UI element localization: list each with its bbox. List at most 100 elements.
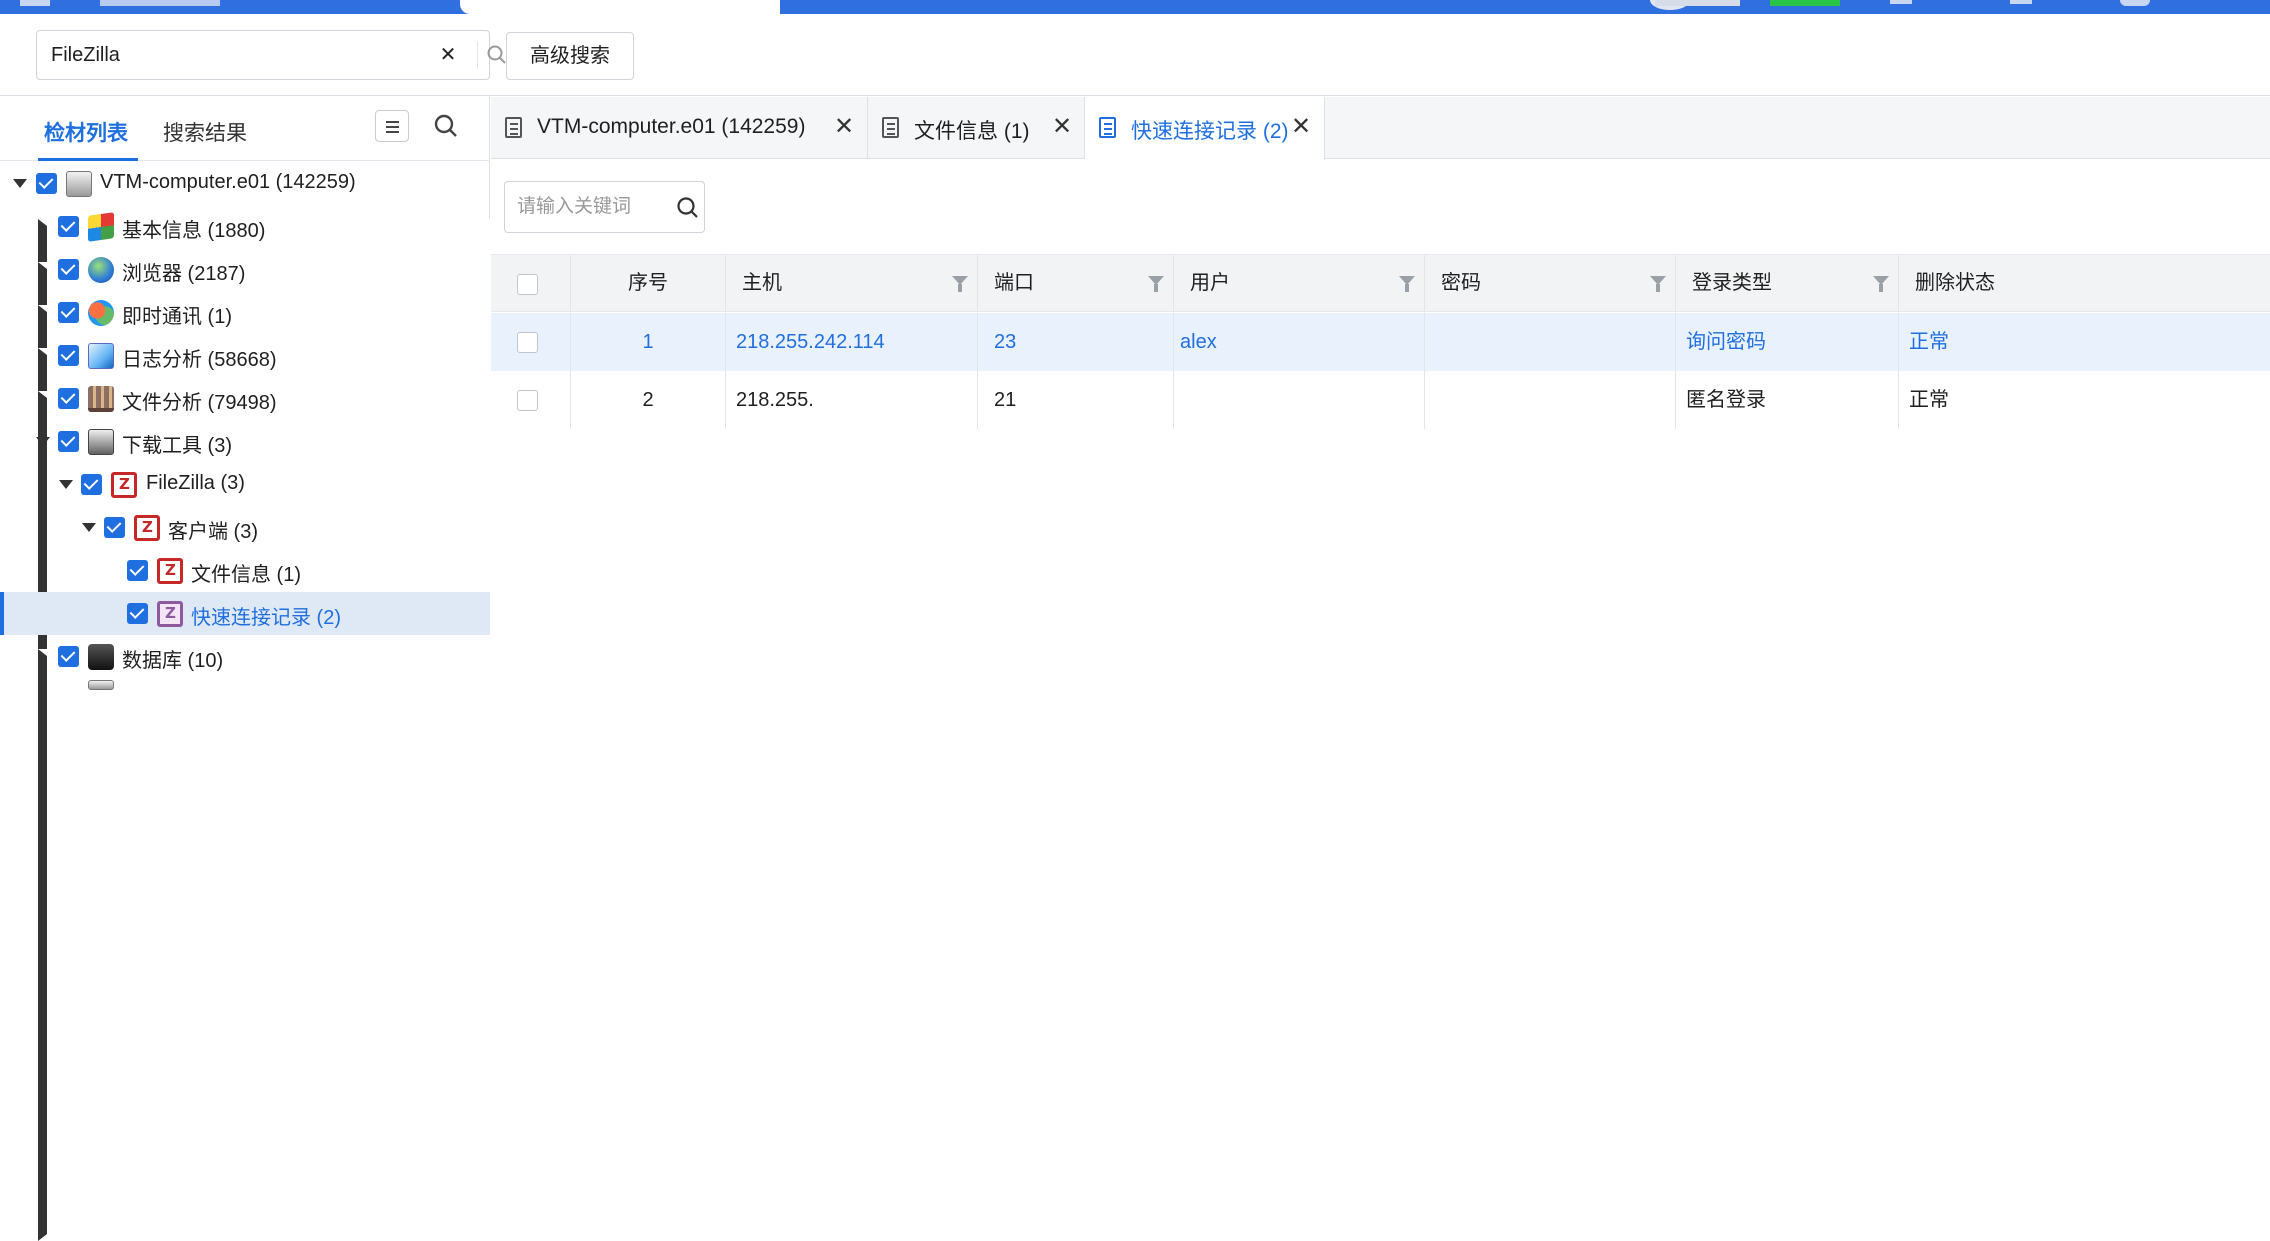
tree-item-filezilla[interactable]: FileZilla (3) bbox=[0, 463, 490, 506]
tree-item-label: 日志分析 (58668) bbox=[122, 349, 277, 371]
checkbox[interactable] bbox=[81, 474, 102, 495]
tree-item-vtm-computer[interactable]: VTM-computer.e01 (142259) bbox=[0, 162, 490, 205]
cell-index: 2 bbox=[571, 371, 726, 429]
checkbox[interactable] bbox=[58, 646, 79, 667]
tree-item-label: FileZilla (3) bbox=[146, 472, 245, 494]
filter-icon[interactable] bbox=[1399, 276, 1415, 292]
tree-item-label: 快速连接记录 (2) bbox=[191, 607, 341, 629]
cell-delete-status: 正常 bbox=[1899, 371, 2270, 429]
tree-item-file-info[interactable]: 文件信息 (1) bbox=[0, 549, 490, 592]
cell-password bbox=[1425, 313, 1676, 371]
checkbox[interactable] bbox=[104, 517, 125, 538]
chevron-down-icon[interactable] bbox=[36, 437, 50, 446]
tree-item-client[interactable]: 客户端 (3) bbox=[0, 506, 490, 549]
checkbox[interactable] bbox=[127, 560, 148, 581]
column-header-index[interactable]: 序号 bbox=[571, 255, 726, 311]
top-bar-tab-stub[interactable] bbox=[100, 0, 220, 6]
top-bar-button-stub[interactable] bbox=[1655, 0, 1740, 6]
cell-user-value bbox=[1174, 389, 1180, 411]
tree-item-log-analysis[interactable]: 日志分析 (58668) bbox=[0, 334, 1817, 940]
chevron-down-icon[interactable] bbox=[13, 179, 27, 188]
filter-icon[interactable] bbox=[1873, 276, 1889, 292]
search-icon[interactable] bbox=[432, 112, 460, 140]
tree-item-quick-connect[interactable]: 快速连接记录 (2) bbox=[0, 592, 490, 635]
top-bar-user-stub[interactable] bbox=[2120, 0, 2150, 6]
row-select-cell bbox=[491, 313, 571, 371]
cell-port-value: 21 bbox=[994, 389, 1017, 411]
row-checkbox[interactable] bbox=[517, 390, 538, 411]
close-icon[interactable]: ✕ bbox=[1052, 114, 1072, 140]
advanced-search-button[interactable]: 高级搜索 bbox=[506, 32, 634, 80]
close-icon[interactable]: ✕ bbox=[1291, 114, 1311, 140]
checkbox[interactable] bbox=[58, 431, 79, 452]
tab-quick-connect[interactable]: 快速连接记录 (2) ✕ bbox=[1085, 97, 1325, 160]
keyword-search[interactable] bbox=[504, 181, 705, 233]
tree-item-basic-info[interactable]: 基本信息 (1880) bbox=[0, 205, 1817, 811]
column-header-label: 端口 bbox=[994, 272, 1034, 294]
close-icon[interactable]: ✕ bbox=[834, 114, 854, 140]
row-select-cell bbox=[491, 371, 571, 429]
column-header-port[interactable]: 端口 bbox=[978, 255, 1174, 311]
column-header-host[interactable]: 主机 bbox=[726, 255, 978, 311]
top-bar-icon-stub bbox=[20, 0, 50, 6]
checkbox[interactable] bbox=[58, 216, 79, 237]
tree-item-database[interactable]: 数据库 (10) bbox=[0, 635, 1817, 1241]
menu-icon bbox=[386, 131, 399, 133]
checkbox[interactable] bbox=[58, 388, 79, 409]
tab-file-info[interactable]: 文件信息 (1) ✕ bbox=[868, 97, 1085, 159]
window-top-bar bbox=[0, 0, 2270, 14]
filter-icon[interactable] bbox=[1650, 276, 1666, 292]
cell-user: alex bbox=[1174, 313, 1425, 371]
chevron-down-icon[interactable] bbox=[59, 480, 73, 489]
tree-item-instant-messaging[interactable]: 即时通讯 (1) bbox=[0, 291, 1817, 897]
top-bar-active-tab-stub[interactable] bbox=[460, 0, 780, 14]
document-icon bbox=[882, 117, 899, 138]
evidence-panel-tabs: 检材列表 搜索结果 bbox=[0, 97, 490, 161]
chevron-down-icon[interactable] bbox=[82, 523, 96, 532]
search-icon[interactable] bbox=[675, 195, 701, 221]
filezilla-icon bbox=[134, 515, 160, 541]
table-row[interactable]: 1 218.255.242.114 23 alex 询问密码 正常 bbox=[491, 313, 2270, 371]
column-header-password[interactable]: 密码 bbox=[1425, 255, 1676, 311]
search-value[interactable]: FileZilla bbox=[51, 31, 120, 79]
close-icon[interactable]: ✕ bbox=[437, 44, 459, 66]
computer-icon bbox=[66, 171, 92, 197]
keyword-input[interactable] bbox=[517, 194, 657, 220]
cell-password-value bbox=[1425, 331, 1441, 353]
checkbox[interactable] bbox=[58, 302, 79, 323]
checkbox[interactable] bbox=[58, 345, 79, 366]
checkbox[interactable] bbox=[127, 603, 148, 624]
column-header-label: 删除状态 bbox=[1915, 272, 1995, 294]
tree-item-partial[interactable] bbox=[0, 678, 490, 721]
chevron-right-icon[interactable] bbox=[38, 649, 1817, 1241]
header-select-all bbox=[491, 255, 571, 311]
filter-icon[interactable] bbox=[1148, 276, 1164, 292]
top-bar-icon-stub[interactable] bbox=[1890, 0, 1912, 4]
column-header-label: 用户 bbox=[1190, 272, 1230, 294]
cell-delete-status-value: 正常 bbox=[1909, 331, 1949, 353]
tree-item-file-analysis[interactable]: 文件分析 (79498) bbox=[0, 377, 1817, 983]
column-header-login-type[interactable]: 登录类型 bbox=[1676, 255, 1899, 311]
column-header-delete-status[interactable]: 删除状态 bbox=[1899, 255, 2270, 311]
active-tab-indicator bbox=[38, 158, 138, 161]
cell-port: 21 bbox=[978, 371, 1174, 429]
checkbox[interactable] bbox=[36, 173, 57, 194]
checkbox[interactable] bbox=[58, 259, 79, 280]
filter-icon[interactable] bbox=[952, 276, 968, 292]
tab-search-results[interactable]: 搜索结果 bbox=[163, 117, 247, 147]
tab-vtm-computer[interactable]: VTM-computer.e01 (142259) ✕ bbox=[491, 97, 868, 159]
tree-item-browser[interactable]: 浏览器 (2187) bbox=[0, 248, 1817, 854]
row-checkbox[interactable] bbox=[517, 332, 538, 353]
select-all-checkbox[interactable] bbox=[517, 274, 538, 295]
tab-evidence-list[interactable]: 检材列表 bbox=[44, 117, 128, 147]
tree-item-download-tools[interactable]: 下载工具 (3) bbox=[0, 420, 490, 463]
table-row[interactable]: 2 218.255. 21 匿名登录 正常 bbox=[491, 371, 2270, 429]
top-bar-icon-stub[interactable] bbox=[2010, 0, 2032, 4]
global-search-input[interactable]: FileZilla ✕ bbox=[36, 30, 506, 80]
tree-item-label: 基本信息 (1880) bbox=[122, 220, 266, 242]
list-view-button[interactable] bbox=[375, 110, 409, 142]
column-header-user[interactable]: 用户 bbox=[1174, 255, 1425, 311]
menu-icon bbox=[386, 126, 399, 128]
tab-label: VTM-computer.e01 (142259) bbox=[537, 115, 806, 138]
column-header-label: 主机 bbox=[742, 272, 782, 294]
